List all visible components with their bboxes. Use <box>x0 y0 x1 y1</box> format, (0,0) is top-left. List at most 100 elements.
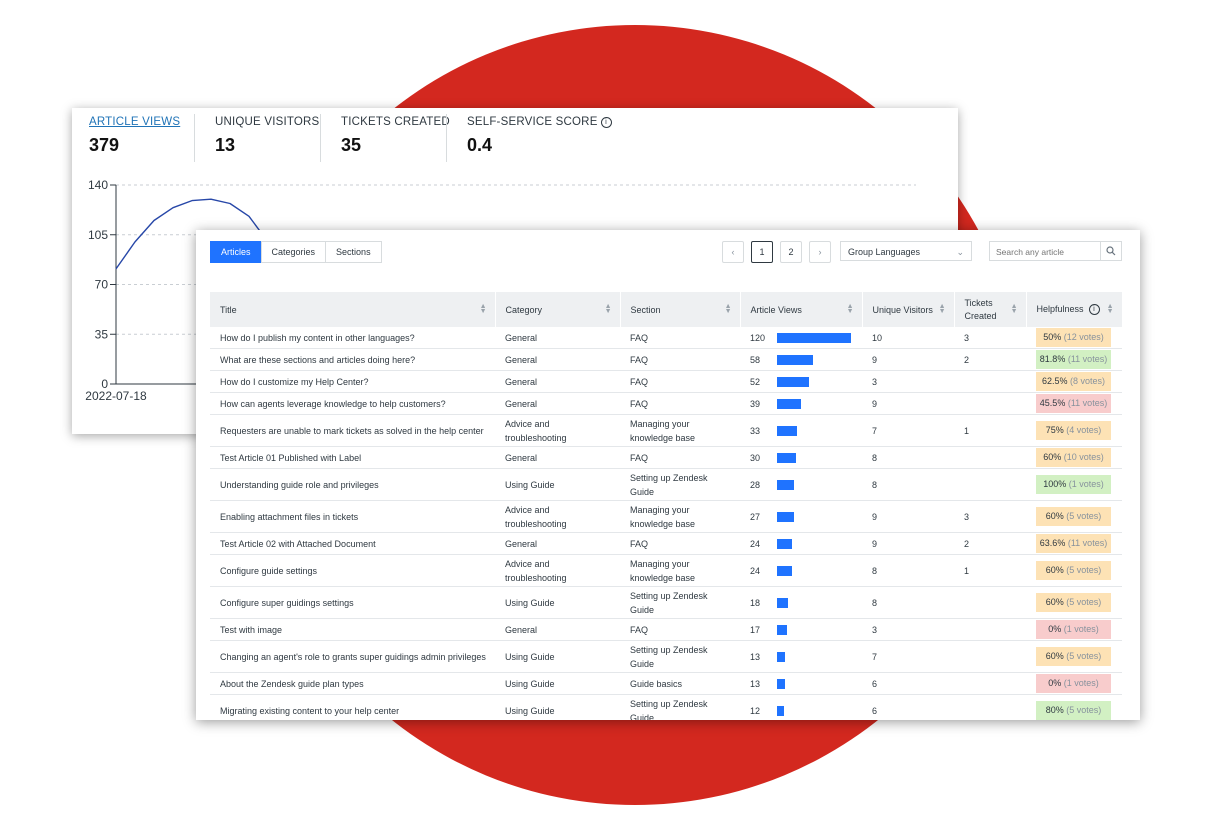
cell-section: FAQ <box>620 618 740 641</box>
cell-article-views: 28 <box>740 468 862 501</box>
table-header-row: Title ▲ ▼ Category ▲ ▼ Section ▲ ▼ Article Vie… <box>210 292 1123 327</box>
cell-title[interactable]: Configure guide settings <box>210 554 495 587</box>
table-row[interactable]: Test Article 01 Published with Label Gene… <box>210 446 1122 469</box>
cell-title[interactable]: Migrating existing content to your help … <box>210 694 495 720</box>
cell-article-views: 13 <box>740 640 862 673</box>
views-bar <box>777 511 794 522</box>
next-page-button[interactable]: › <box>809 241 831 263</box>
column-header-helpfulness[interactable]: Helpfulness i ▲ ▼ <box>1026 292 1123 327</box>
views-count: 12 <box>750 705 761 716</box>
group-languages-select[interactable]: Group Languages ⌄ <box>840 241 972 261</box>
table-row[interactable]: Enabling attachment files in tickets Advi… <box>210 500 1122 533</box>
table-row[interactable]: How do I publish my content in other lan… <box>210 327 1122 349</box>
cell-title[interactable]: Configure super guidings settings <box>210 586 495 619</box>
column-header-article-views[interactable]: Article Views ▲ ▼ <box>740 292 863 327</box>
cell-tickets-created <box>954 468 1026 501</box>
helpfulness-badge: 45.5% (11 votes) <box>1036 394 1111 413</box>
table-row[interactable]: How can agents leverage knowledge to hel… <box>210 392 1122 415</box>
views-bar <box>777 425 797 436</box>
y-tick-label: 140 <box>88 178 108 192</box>
page-button-1[interactable]: 1 <box>751 241 773 263</box>
tab-articles[interactable]: Articles <box>210 241 262 263</box>
cell-article-views: 24 <box>740 532 862 555</box>
helpfulness-badge: 60% (10 votes) <box>1036 448 1111 467</box>
helpfulness-percent: 80% <box>1045 705 1064 715</box>
helpfulness-percent: 75% <box>1045 425 1064 435</box>
table-row[interactable]: Test with image General FAQ 17 3 0% (1 votes) <box>210 618 1122 641</box>
tab-categories[interactable]: Categories <box>260 241 327 263</box>
helpfulness-percent: 81.8% <box>1039 354 1066 364</box>
cell-title[interactable]: Understanding guide role and privileges <box>210 468 495 501</box>
helpfulness-percent: 60% <box>1043 452 1062 462</box>
helpfulness-badge: 60% (5 votes) <box>1036 647 1111 666</box>
views-bar <box>777 597 788 608</box>
cell-section: Managing your knowledge base <box>620 414 740 447</box>
cell-title[interactable]: Test with image <box>210 618 495 641</box>
column-header-section[interactable]: Section ▲ ▼ <box>620 292 741 327</box>
cell-title[interactable]: How can agents leverage knowledge to hel… <box>210 392 495 415</box>
cell-tickets-created <box>954 392 1026 415</box>
cell-category: Using Guide <box>495 672 620 695</box>
table-row[interactable]: How do I customize my Help Center? Genera… <box>210 370 1122 393</box>
view-tabs: Articles Categories Sections <box>210 241 382 263</box>
views-count: 30 <box>750 452 761 463</box>
cell-title[interactable]: How do I customize my Help Center? <box>210 370 495 393</box>
table-row[interactable]: What are these sections and articles doi… <box>210 348 1122 371</box>
cell-category: General <box>495 392 620 415</box>
sort-icon: ▲ ▼ <box>938 303 946 315</box>
cell-article-views: 17 <box>740 618 862 641</box>
sort-icon: ▲ ▼ <box>604 303 612 315</box>
cell-title[interactable]: Test Article 02 with Attached Document <box>210 532 495 555</box>
cell-unique-visitors: 8 <box>862 586 954 619</box>
views-count: 17 <box>750 624 761 635</box>
page-button-2[interactable]: 2 <box>780 241 802 263</box>
helpfulness-votes: (10 votes) <box>1063 452 1104 462</box>
cell-unique-visitors: 3 <box>862 618 954 641</box>
cell-title[interactable]: Test Article 01 Published with Label <box>210 446 495 469</box>
cell-unique-visitors: 9 <box>862 500 954 533</box>
cell-helpfulness: 81.8% (11 votes) <box>1026 348 1122 371</box>
cell-title[interactable]: Requesters are unable to mark tickets as… <box>210 414 495 447</box>
helpfulness-votes: (11 votes) <box>1067 354 1108 364</box>
column-header-title[interactable]: Title ▲ ▼ <box>210 292 496 327</box>
y-tick-label: 35 <box>95 327 109 341</box>
cell-section: Guide basics <box>620 672 740 695</box>
search-button[interactable] <box>1100 242 1121 260</box>
cell-section: FAQ <box>620 370 740 393</box>
x-tick-label: 2022-07-18 <box>85 389 147 403</box>
cell-article-views: 58 <box>740 348 862 371</box>
table-row[interactable]: Configure guide settings Advice and troub… <box>210 554 1122 587</box>
column-header-tickets-created[interactable]: Tickets Created ▲ ▼ <box>954 292 1027 327</box>
table-row[interactable]: Changing an agent's role to grants super… <box>210 640 1122 673</box>
info-icon[interactable]: i <box>1088 304 1100 315</box>
table-row[interactable]: Understanding guide role and privileges U… <box>210 468 1122 501</box>
column-header-category[interactable]: Category ▲ ▼ <box>495 292 621 327</box>
table-row[interactable]: Migrating existing content to your help … <box>210 694 1122 720</box>
cell-category: General <box>495 327 620 349</box>
cell-article-views: 120 <box>740 327 862 349</box>
cell-category: General <box>495 348 620 371</box>
cell-title[interactable]: Enabling attachment files in tickets <box>210 500 495 533</box>
cell-category: Using Guide <box>495 694 620 720</box>
cell-section: FAQ <box>620 327 740 349</box>
cell-title[interactable]: Changing an agent's role to grants super… <box>210 640 495 673</box>
table-row[interactable]: Configure super guidings settings Using G… <box>210 586 1122 619</box>
cell-article-views: 18 <box>740 586 862 619</box>
search-input[interactable] <box>990 243 1100 261</box>
select-value: Group Languages <box>848 247 921 257</box>
table-row[interactable]: Requesters are unable to mark tickets as… <box>210 414 1122 447</box>
table-row[interactable]: About the Zendesk guide plan types Using … <box>210 672 1122 695</box>
helpfulness-percent: 0% <box>1048 678 1062 688</box>
helpfulness-percent: 50% <box>1043 332 1062 342</box>
cell-title[interactable]: What are these sections and articles doi… <box>210 348 495 371</box>
cell-category: General <box>495 618 620 641</box>
column-header-unique-visitors[interactable]: Unique Visitors ▲ ▼ <box>862 292 955 327</box>
cell-title[interactable]: About the Zendesk guide plan types <box>210 672 495 695</box>
cell-article-views: 52 <box>740 370 862 393</box>
helpfulness-votes: (8 votes) <box>1070 376 1106 386</box>
table-row[interactable]: Test Article 02 with Attached Document Ge… <box>210 532 1122 555</box>
tab-sections[interactable]: Sections <box>325 241 382 263</box>
prev-page-button[interactable]: ‹ <box>722 241 744 263</box>
cell-title[interactable]: How do I publish my content in other lan… <box>210 327 495 349</box>
cell-unique-visitors: 7 <box>862 640 954 673</box>
